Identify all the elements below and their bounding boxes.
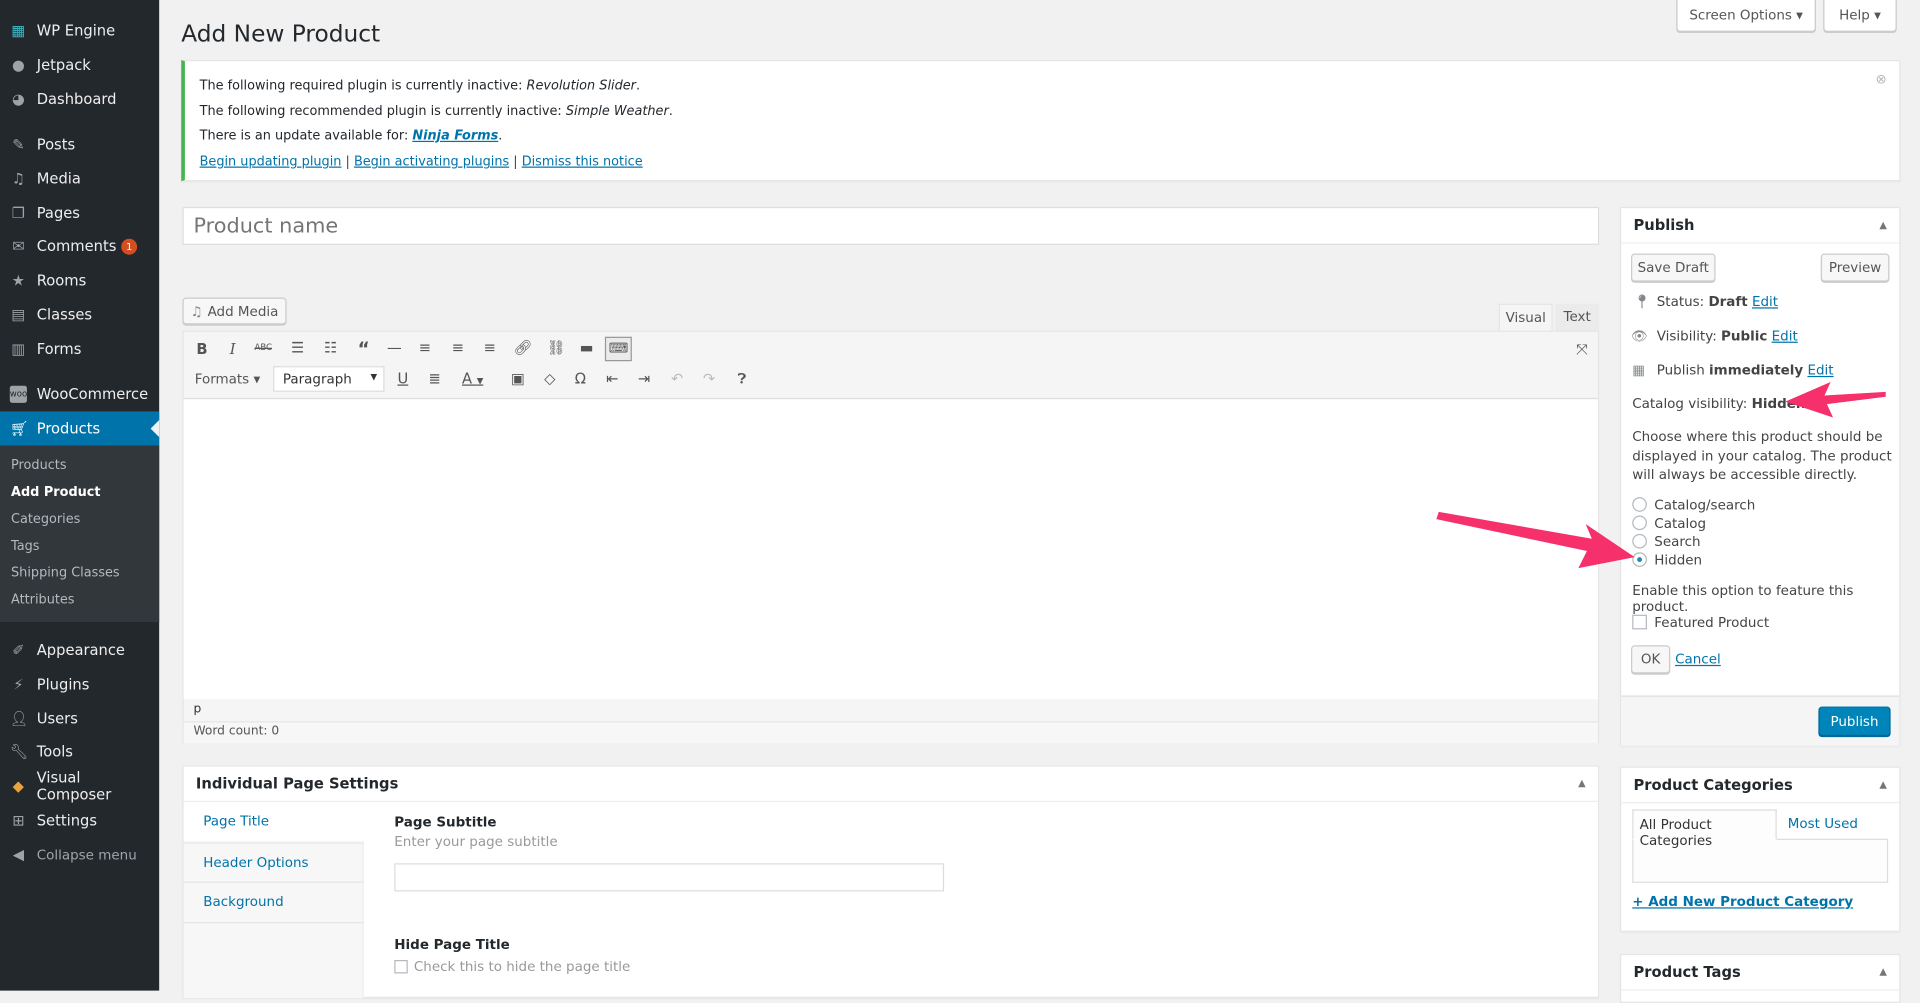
arrow-to-catalog-visibility xyxy=(1785,382,1886,418)
annotation-arrows xyxy=(1436,382,1886,569)
arrow-to-hidden-option xyxy=(1436,511,1635,569)
